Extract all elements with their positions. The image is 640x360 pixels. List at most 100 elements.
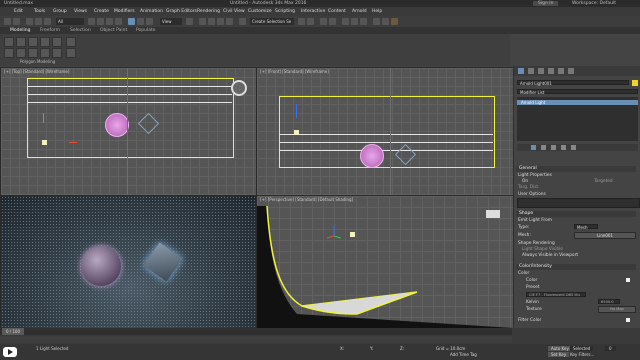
auto-key-button[interactable]: Auto Key xyxy=(548,346,572,351)
ribbon-tool-icon[interactable] xyxy=(52,48,62,58)
timeline[interactable]: 0 / 100 xyxy=(0,328,640,344)
targeted-checkbox-label[interactable]: Targeted xyxy=(594,179,613,184)
viewcube-icon[interactable] xyxy=(486,210,500,218)
render-setup-icon[interactable] xyxy=(373,18,380,25)
light-mesh-surface[interactable] xyxy=(301,291,418,315)
light-icon[interactable] xyxy=(350,232,355,237)
viewport-perspective[interactable]: [+] [Perspective] [Standard] [Default Sh… xyxy=(256,195,514,329)
curve-editor-icon[interactable] xyxy=(342,18,349,25)
rendered-frame-window-icon[interactable] xyxy=(382,18,389,25)
viewport-top[interactable]: [+] [Top] [Standard] [Wireframe] xyxy=(0,67,257,196)
ribbon-tool-icon[interactable] xyxy=(4,37,14,47)
tab-populate[interactable]: Populate xyxy=(136,28,156,33)
light-icon[interactable] xyxy=(294,130,299,135)
rectangular-selection-icon[interactable] xyxy=(106,18,113,25)
ribbon-tool-icon[interactable] xyxy=(40,37,50,47)
scale-icon[interactable] xyxy=(146,18,153,25)
color-swatch[interactable] xyxy=(626,278,630,282)
tab-selection[interactable]: Selection xyxy=(70,28,91,33)
snaps-toggle-icon[interactable] xyxy=(199,18,206,25)
type-dropdown[interactable]: Mesh xyxy=(574,224,598,230)
menu-modifiers[interactable]: Modifiers xyxy=(114,9,135,14)
menu-arnold[interactable]: Arnold xyxy=(352,9,367,14)
move-icon[interactable] xyxy=(128,18,135,25)
unlink-icon[interactable] xyxy=(35,18,42,25)
menu-civil-view[interactable]: Civil View xyxy=(223,9,245,14)
sphere-object[interactable] xyxy=(105,113,129,137)
add-time-tag-button[interactable]: Add Time Tag xyxy=(450,352,477,357)
ribbon-tool-icon[interactable] xyxy=(28,48,38,58)
time-slider-handle[interactable]: 0 / 100 xyxy=(2,328,24,335)
light-shape-visible-checkbox[interactable]: Light Shape Visible xyxy=(522,247,563,252)
arnold-light-mesh-outline[interactable] xyxy=(27,78,234,158)
object-name-field[interactable]: Arnold Light001 xyxy=(517,80,629,86)
remove-modifier-icon[interactable] xyxy=(561,145,566,150)
menu-tools[interactable]: Tools xyxy=(34,9,45,14)
layer-explorer-icon[interactable] xyxy=(329,18,336,25)
menu-group[interactable]: Group xyxy=(53,9,67,14)
align-icon[interactable] xyxy=(307,18,314,25)
scene-explorer-icon[interactable] xyxy=(320,18,327,25)
ribbon-tool-icon[interactable] xyxy=(52,37,62,47)
select-by-name-icon[interactable] xyxy=(97,18,104,25)
percent-snap-icon[interactable] xyxy=(217,18,224,25)
workspace-selector[interactable]: Workspace: Default xyxy=(572,1,616,6)
mesh-pick-button[interactable]: Line001 xyxy=(574,232,636,239)
rollout-general-header[interactable]: General xyxy=(516,166,636,172)
named-selection-set-dropdown[interactable]: Create Selection Se xyxy=(250,18,294,25)
material-editor-icon[interactable] xyxy=(360,18,367,25)
texture-radio[interactable]: Texture xyxy=(526,307,542,312)
viewport-front[interactable]: [+] [Front] [Standard] [Wireframe] xyxy=(256,67,514,196)
sphere-object[interactable] xyxy=(81,246,121,286)
color-radio[interactable]: Color xyxy=(526,278,537,283)
bind-space-warp-icon[interactable] xyxy=(44,18,51,25)
angle-snap-icon[interactable] xyxy=(208,18,215,25)
menu-views[interactable]: Views xyxy=(74,9,87,14)
rollout-color-header[interactable]: Color/Intensity xyxy=(516,264,636,270)
user-options-field[interactable] xyxy=(517,198,640,208)
tab-modeling[interactable]: Modeling xyxy=(10,28,30,33)
track-bar[interactable] xyxy=(0,336,512,343)
utilities-tab-icon[interactable] xyxy=(568,68,574,74)
key-mode-dropdown[interactable]: Selected xyxy=(570,346,594,351)
pivot-point-icon[interactable] xyxy=(186,18,193,25)
preset-radio[interactable]: Preset xyxy=(526,285,539,290)
texture-map-button[interactable]: No Map xyxy=(598,306,636,313)
stack-item[interactable]: Arnold Light xyxy=(517,100,638,105)
window-crossing-icon[interactable] xyxy=(115,18,122,25)
ribbon-tool-icon[interactable] xyxy=(28,37,38,47)
ribbon-tool-icon[interactable] xyxy=(66,48,76,58)
light-icon[interactable] xyxy=(42,140,47,145)
filter-color-swatch[interactable] xyxy=(626,318,630,322)
selection-filter-dropdown[interactable]: All xyxy=(56,18,84,25)
menu-edit[interactable]: Edit xyxy=(14,9,23,14)
mirror-icon[interactable] xyxy=(298,18,305,25)
menu-content[interactable]: Content xyxy=(328,9,346,14)
viewport-render[interactable] xyxy=(0,195,257,329)
rotate-icon[interactable] xyxy=(137,18,144,25)
ribbon-tool-icon[interactable] xyxy=(66,37,76,47)
configure-sets-icon[interactable] xyxy=(571,145,576,150)
reference-coordinate-dropdown[interactable]: View xyxy=(160,18,182,25)
schematic-view-icon[interactable] xyxy=(351,18,358,25)
always-visible-checkbox[interactable]: Always Visible in Viewport xyxy=(522,253,578,258)
arnold-light-mesh-outline[interactable] xyxy=(279,96,495,168)
viewport-label[interactable]: [+] [Front] [Standard] [Wireframe] xyxy=(260,69,329,74)
hierarchy-tab-icon[interactable] xyxy=(538,68,544,74)
current-frame-field[interactable]: 0 xyxy=(605,346,616,351)
select-object-icon[interactable] xyxy=(88,18,95,25)
select-link-icon[interactable] xyxy=(26,18,33,25)
modifier-list-dropdown[interactable]: Modifier List xyxy=(517,89,638,95)
menu-customize[interactable]: Customize xyxy=(248,9,272,14)
menu-interactive[interactable]: Interactive xyxy=(301,9,325,14)
play-icon[interactable] xyxy=(3,347,17,357)
display-tab-icon[interactable] xyxy=(558,68,564,74)
render-production-icon[interactable] xyxy=(391,18,398,25)
viewport-label[interactable]: [+] [Top] [Standard] [Wireframe] xyxy=(4,69,69,74)
edit-named-selection-icon[interactable] xyxy=(239,18,246,25)
on-checkbox-label[interactable]: On xyxy=(522,179,528,184)
set-key-button[interactable]: Set Key xyxy=(548,352,570,357)
time-slider[interactable]: 0 / 100 xyxy=(0,328,512,335)
menu-animation[interactable]: Animation xyxy=(140,9,163,14)
rollout-shape-header[interactable]: Shape xyxy=(516,211,636,217)
